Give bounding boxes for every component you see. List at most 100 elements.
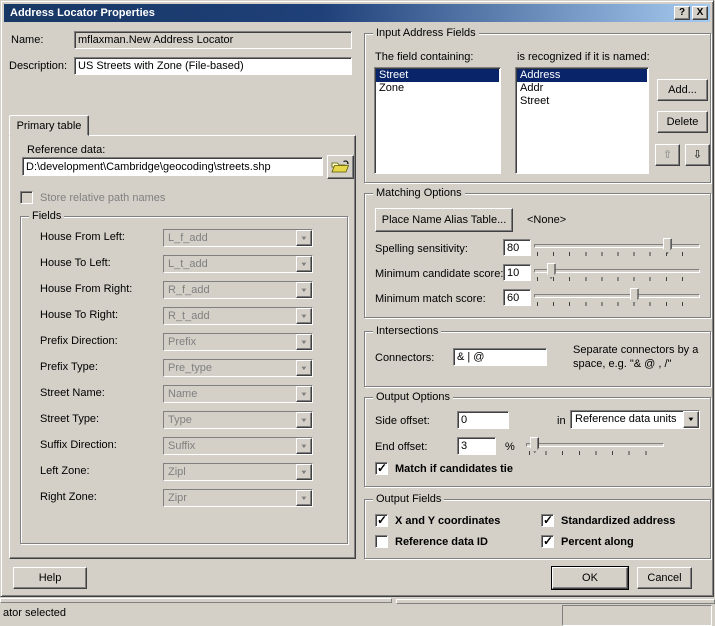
house-from-left-combo: L_f_add ▼ bbox=[163, 229, 313, 247]
spelling-sensitivity-field[interactable] bbox=[503, 239, 531, 256]
xy-coordinates-label[interactable]: X and Y coordinates bbox=[395, 515, 500, 527]
right-zone-combo: Zipr ▼ bbox=[163, 489, 313, 507]
input-address-fields-title: Input Address Fields bbox=[373, 27, 479, 39]
field-row: Street Type: Type ▼ bbox=[21, 411, 347, 431]
percent-along-checkbox[interactable]: ✓ bbox=[541, 534, 554, 548]
field-row: Left Zone: Zipl ▼ bbox=[21, 463, 347, 483]
chevron-down-icon: ▼ bbox=[299, 366, 309, 372]
move-up-button: ⇧ bbox=[655, 144, 680, 166]
match-if-candidates-tie-checkbox[interactable]: ✓ bbox=[375, 461, 388, 475]
field-row: House To Left: L_t_add ▼ bbox=[21, 255, 347, 275]
fields-group-title: Fields bbox=[29, 210, 65, 222]
street-name-combo: Name ▼ bbox=[163, 385, 313, 403]
add-button[interactable]: Add... bbox=[657, 79, 708, 101]
slider-ticks bbox=[537, 302, 698, 306]
minimum-match-score-field[interactable] bbox=[503, 289, 531, 306]
output-fields-title: Output Fields bbox=[373, 493, 445, 505]
dropdown-button: ▼ bbox=[296, 386, 312, 402]
field-row: Right Zone: Zipr ▼ bbox=[21, 489, 347, 509]
list-item[interactable]: Address bbox=[517, 69, 647, 82]
field-label: Street Type: bbox=[40, 413, 100, 425]
recognized-names-listbox[interactable]: Address Addr Street bbox=[515, 67, 649, 174]
background-panel-edge bbox=[0, 598, 392, 603]
standardized-address-label[interactable]: Standardized address bbox=[561, 515, 675, 527]
store-relative-checkbox bbox=[20, 191, 33, 204]
dropdown-button: ▼ bbox=[296, 256, 312, 272]
dropdown-button[interactable]: ▼ bbox=[683, 411, 699, 428]
delete-button[interactable]: Delete bbox=[657, 111, 708, 133]
spelling-sensitivity-label: Spelling sensitivity: bbox=[375, 243, 468, 255]
field-label: Left Zone: bbox=[40, 465, 90, 477]
open-folder-icon bbox=[331, 160, 350, 173]
minimum-candidate-score-slider[interactable] bbox=[534, 262, 700, 284]
check-icon: ✓ bbox=[543, 513, 554, 527]
list-item[interactable]: Zone bbox=[376, 82, 499, 95]
list-item[interactable]: Addr bbox=[517, 82, 647, 95]
reference-data-field[interactable] bbox=[22, 157, 323, 176]
window-close-button[interactable]: X bbox=[692, 6, 708, 20]
check-icon: ✓ bbox=[543, 534, 554, 548]
cancel-button[interactable]: Cancel bbox=[637, 567, 692, 589]
dropdown-button: ▼ bbox=[296, 438, 312, 454]
house-to-right-combo: R_t_add ▼ bbox=[163, 307, 313, 325]
house-to-left-combo: L_t_add ▼ bbox=[163, 255, 313, 273]
field-label: House To Left: bbox=[40, 257, 111, 269]
chevron-down-icon: ▼ bbox=[299, 496, 309, 502]
place-name-alias-table-button[interactable]: Place Name Alias Table... bbox=[375, 208, 513, 232]
match-if-candidates-tie-label[interactable]: Match if candidates tie bbox=[395, 463, 513, 475]
help-button[interactable]: Help bbox=[13, 567, 87, 589]
side-offset-field[interactable] bbox=[457, 411, 509, 429]
xy-coordinates-checkbox[interactable]: ✓ bbox=[375, 513, 388, 527]
move-down-button[interactable]: ⇩ bbox=[685, 144, 710, 166]
end-offset-slider[interactable] bbox=[526, 436, 664, 458]
primary-table-panel: Reference data: Store relative path name… bbox=[9, 135, 356, 559]
chevron-down-icon: ▼ bbox=[299, 236, 309, 242]
ok-button[interactable]: OK bbox=[551, 566, 629, 590]
browse-button[interactable] bbox=[327, 155, 354, 179]
intersections-title: Intersections bbox=[373, 325, 442, 337]
chevron-down-icon: ▼ bbox=[299, 314, 309, 320]
spelling-sensitivity-slider[interactable] bbox=[534, 237, 700, 259]
field-containing-listbox[interactable]: Street Zone bbox=[374, 67, 501, 174]
connectors-field[interactable] bbox=[453, 348, 547, 366]
dropdown-button: ▼ bbox=[296, 490, 312, 506]
end-offset-field[interactable] bbox=[457, 437, 496, 455]
prefix-type-combo: Pre_type ▼ bbox=[163, 359, 313, 377]
reference-data-id-checkbox[interactable] bbox=[375, 535, 388, 548]
end-offset-unit: % bbox=[505, 441, 515, 453]
check-icon: ✓ bbox=[377, 461, 388, 475]
percent-along-label[interactable]: Percent along bbox=[561, 536, 634, 548]
intersections-group: Intersections Connectors: Separate conne… bbox=[364, 325, 711, 387]
name-field[interactable] bbox=[74, 31, 352, 49]
slider-track[interactable] bbox=[534, 294, 700, 298]
slider-ticks bbox=[537, 277, 698, 281]
chevron-down-icon: ▼ bbox=[299, 392, 309, 398]
statusbar-text: ator selected bbox=[3, 607, 66, 619]
input-address-fields-group: Input Address Fields The field containin… bbox=[364, 27, 711, 183]
slider-track[interactable] bbox=[534, 244, 700, 248]
slider-track[interactable] bbox=[534, 269, 700, 273]
fields-group: Fields House From Left: L_f_add ▼ House … bbox=[20, 210, 348, 544]
side-offset-unit-conj: in bbox=[557, 415, 566, 427]
dropdown-button: ▼ bbox=[296, 464, 312, 480]
dropdown-button: ▼ bbox=[296, 360, 312, 376]
slider-track[interactable] bbox=[526, 443, 664, 447]
reference-data-id-label[interactable]: Reference data ID bbox=[395, 536, 488, 548]
dropdown-button: ▼ bbox=[296, 230, 312, 246]
titlebar[interactable]: Address Locator Properties ? X bbox=[4, 4, 710, 22]
standardized-address-checkbox[interactable]: ✓ bbox=[541, 513, 554, 527]
window-help-button[interactable]: ? bbox=[674, 6, 690, 20]
field-label: House From Right: bbox=[40, 283, 133, 295]
description-field[interactable] bbox=[74, 57, 352, 75]
minimum-match-score-slider[interactable] bbox=[534, 287, 700, 309]
minimum-candidate-score-field[interactable] bbox=[503, 264, 531, 281]
list-item[interactable]: Street bbox=[517, 95, 647, 108]
dropdown-button: ▼ bbox=[296, 282, 312, 298]
units-combo[interactable]: Reference data units ▼ bbox=[570, 410, 700, 429]
field-containing-label: The field containing: bbox=[375, 51, 474, 63]
dropdown-button: ▼ bbox=[296, 334, 312, 350]
tab-primary-table[interactable]: Primary table bbox=[9, 115, 89, 136]
house-from-right-combo: R_f_add ▼ bbox=[163, 281, 313, 299]
prefix-direction-combo: Prefix ▼ bbox=[163, 333, 313, 351]
list-item[interactable]: Street bbox=[376, 69, 499, 82]
